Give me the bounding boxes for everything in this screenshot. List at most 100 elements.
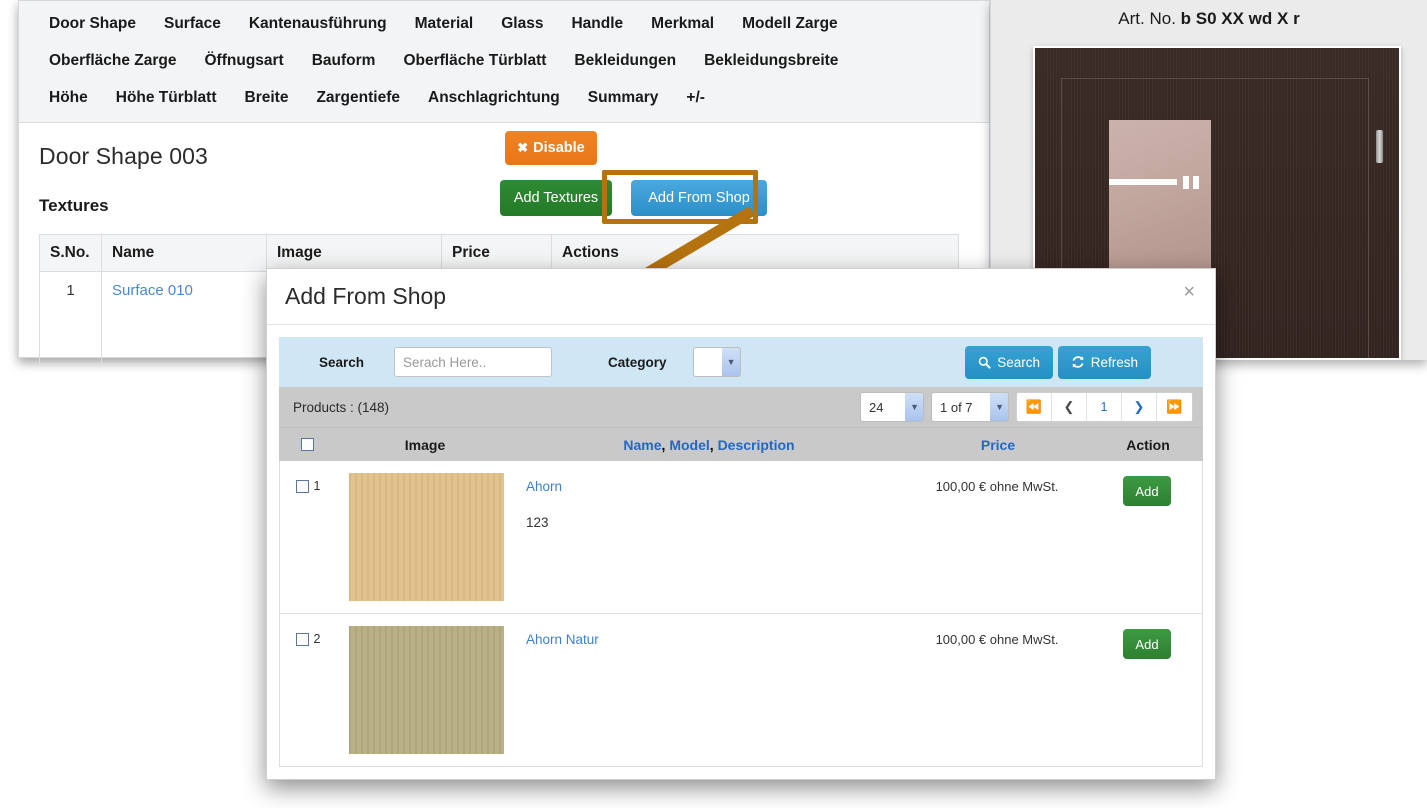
row-checkbox[interactable] — [295, 479, 309, 493]
category-select-wrap: ▼ — [667, 347, 741, 377]
tab-handle[interactable]: Handle — [557, 11, 637, 37]
product-thumbnail[interactable] — [348, 626, 504, 754]
add-from-shop-modal: Add From Shop × Search Category ▼ — [266, 268, 1216, 780]
product-name-link[interactable]: Ahorn — [526, 479, 902, 494]
tab-door-shape[interactable]: Door Shape — [35, 11, 150, 37]
search-button[interactable]: Search — [965, 345, 1053, 379]
tab-hoehe[interactable]: Höhe — [35, 85, 102, 111]
textures-table-header-row: S.No. Name Image Price Actions — [39, 234, 959, 272]
article-number-label: Art. No. — [1118, 9, 1176, 28]
tab-glass[interactable]: Glass — [487, 11, 557, 37]
next-page-button[interactable]: ❯ — [1122, 393, 1157, 421]
row-number: 1 — [313, 479, 321, 493]
tab-summary[interactable]: Summary — [574, 85, 673, 111]
tab-bekleidungsbreite[interactable]: Bekleidungsbreite — [690, 48, 852, 74]
row-action-cell: Add — [1092, 473, 1202, 506]
first-page-button[interactable]: ⏪ — [1017, 393, 1052, 421]
results-col-image: Image — [404, 436, 446, 453]
product-price: 100,00 € ohne MwSt. — [935, 632, 1059, 647]
sort-by-name-link[interactable]: Name — [623, 437, 661, 453]
search-label: Search — [319, 354, 365, 370]
add-textures-button[interactable]: Add Textures — [500, 180, 612, 216]
tab-oberflaeche-zarge[interactable]: Oberfläche Zarge — [35, 48, 191, 74]
category-select[interactable] — [692, 347, 741, 377]
tab-material[interactable]: Material — [401, 11, 488, 37]
product-price: 100,00 € ohne MwSt. — [935, 479, 1059, 494]
close-icon[interactable]: × — [1177, 281, 1201, 303]
article-number-value: b S0 XX wd X r — [1180, 9, 1300, 28]
refresh-icon — [1072, 356, 1084, 368]
list-item: 2 Ahorn Natur 100,00 € ohne MwSt. Add — [279, 614, 1203, 767]
tab-plus-minus[interactable]: +/- — [672, 85, 719, 111]
row-checkbox-cell: 1 — [280, 473, 336, 493]
tab-navigation: Door Shape Surface Kantenausführung Mate… — [19, 1, 989, 123]
cell-name: Surface 010 — [101, 271, 267, 364]
col-price: Price — [441, 234, 552, 272]
product-thumbnail[interactable] — [348, 473, 504, 601]
refresh-button-label: Refresh — [1090, 354, 1138, 370]
products-count: Products : (148) — [293, 399, 390, 415]
sort-by-description-link[interactable]: Description — [718, 437, 795, 453]
tab-kantenausfuehrung[interactable]: Kantenausführung — [235, 11, 401, 37]
last-page-button[interactable]: ⏩ — [1157, 393, 1192, 421]
results-col-action: Action — [1126, 436, 1170, 453]
select-all-checkbox[interactable] — [300, 438, 314, 451]
search-input[interactable] — [394, 347, 553, 377]
tab-zargentiefe[interactable]: Zargentiefe — [302, 85, 414, 111]
tab-merkmal[interactable]: Merkmal — [637, 11, 728, 37]
search-toolbar: Search Category ▼ Search — [279, 337, 1203, 387]
sort-by-model-link[interactable]: Model — [669, 437, 709, 453]
pager-controls: 24 ▼ 1 of 7 ▼ ⏪ ❮ 1 ❯ ⏩ — [860, 392, 1193, 422]
modal-title: Add From Shop — [285, 283, 447, 309]
close-x-icon: ✖ — [517, 140, 529, 155]
tab-oberflaeche-tuerblatt[interactable]: Oberfläche Türblatt — [389, 48, 560, 74]
sort-by-price-link[interactable]: Price — [981, 437, 1015, 453]
page-select[interactable]: 1 of 7 — [931, 392, 1009, 422]
per-page-select[interactable]: 24 — [860, 392, 924, 422]
category-label: Category — [608, 354, 667, 370]
add-product-button[interactable]: Add — [1123, 476, 1171, 506]
row-price-cell: 100,00 € ohne MwSt. — [902, 473, 1092, 496]
row-action-cell: Add — [1092, 626, 1202, 659]
tab-bekleidungen[interactable]: Bekleidungen — [560, 48, 690, 74]
tab-hoehe-tuerblatt[interactable]: Höhe Türblatt — [102, 85, 231, 111]
results-col-name-model-description: Name, Model, Description — [515, 437, 903, 453]
col-image: Image — [266, 234, 442, 272]
tab-anschlagrichtung[interactable]: Anschlagrichtung — [414, 85, 574, 111]
comma-2: , — [709, 436, 714, 453]
disable-button-label: Disable — [533, 140, 585, 156]
surface-link[interactable]: Surface 010 — [112, 282, 193, 299]
door-hinge — [1376, 130, 1383, 163]
current-page-number[interactable]: 1 — [1087, 393, 1122, 421]
product-name-link[interactable]: Ahorn Natur — [526, 632, 902, 647]
article-number: Art. No. b S0 XX wd X r — [991, 0, 1427, 37]
magnifier-icon — [978, 356, 992, 369]
row-checkbox[interactable] — [295, 632, 309, 646]
add-product-button[interactable]: Add — [1123, 629, 1171, 659]
list-item: 1 Ahorn 123 100,00 € ohne MwSt. Add — [279, 461, 1203, 614]
row-thumbnail-cell — [336, 473, 516, 601]
col-actions: Actions — [551, 234, 959, 272]
cell-sno: 1 — [39, 271, 102, 364]
search-button-label: Search — [997, 354, 1040, 370]
add-from-shop-button[interactable]: Add From Shop — [631, 180, 767, 216]
tab-oeffnugsart[interactable]: Öffnugsart — [191, 48, 298, 74]
tab-surface[interactable]: Surface — [150, 11, 235, 37]
results-header-row: Image Name, Model, Description Price Act… — [279, 427, 1203, 461]
tab-modell-zarge[interactable]: Modell Zarge — [728, 11, 852, 37]
door-handle-detail-2 — [1193, 176, 1199, 189]
pager-toolbar: Products : (148) 24 ▼ 1 of 7 ▼ ⏪ ❮ 1 ❯ ⏩ — [279, 387, 1203, 427]
col-name: Name — [101, 234, 267, 272]
modal-body: Search Category ▼ Search — [267, 325, 1215, 767]
door-handle-detail-1 — [1183, 176, 1189, 189]
row-checkbox-cell: 2 — [280, 626, 336, 646]
disable-button[interactable]: ✖ Disable — [505, 131, 597, 165]
per-page-select-wrap: 24 ▼ — [860, 392, 924, 422]
row-thumbnail-cell — [336, 626, 516, 754]
tab-bauform[interactable]: Bauform — [298, 48, 390, 74]
tab-breite[interactable]: Breite — [231, 85, 303, 111]
prev-page-button[interactable]: ❮ — [1052, 393, 1087, 421]
refresh-button[interactable]: Refresh — [1057, 345, 1151, 379]
modal-header: Add From Shop × — [267, 269, 1215, 325]
row-number: 2 — [313, 632, 321, 646]
